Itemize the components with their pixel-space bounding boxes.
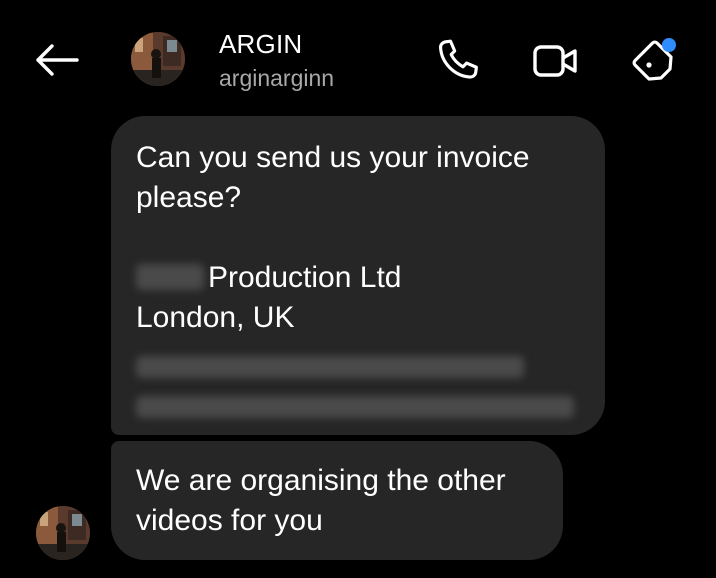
back-button[interactable]	[30, 38, 82, 82]
redacted-text	[136, 264, 204, 291]
message-text-line: Can you send us your invoice	[136, 141, 530, 174]
company-name-text: Production Ltd	[208, 261, 402, 294]
notification-dot	[662, 38, 676, 52]
message-bubble[interactable]: We are organising the other videos for y…	[111, 441, 563, 560]
video-camera-icon	[533, 45, 577, 77]
message-bubble[interactable]: Can you send us your invoice please? Pro…	[111, 116, 605, 435]
message-text-line: We are organising the other	[136, 464, 506, 497]
call-button[interactable]	[430, 34, 484, 88]
contact-name[interactable]: ARGIN	[219, 28, 302, 60]
message-text-line: videos for you	[136, 504, 323, 537]
company-line: Production Ltd	[136, 258, 581, 298]
phone-icon	[438, 39, 478, 79]
message-text-line: please?	[136, 181, 242, 214]
contact-avatar[interactable]	[131, 32, 185, 86]
redacted-email	[136, 396, 574, 419]
arrow-left-icon	[36, 44, 79, 76]
tag-button[interactable]	[626, 34, 680, 88]
sender-avatar[interactable]	[36, 506, 90, 560]
contact-username[interactable]: arginarginn	[219, 63, 334, 93]
video-call-button[interactable]	[528, 34, 582, 88]
redacted-email	[136, 356, 524, 379]
message-text-line: London, UK	[136, 301, 295, 334]
chat-header: ARGIN arginarginn	[0, 0, 716, 110]
